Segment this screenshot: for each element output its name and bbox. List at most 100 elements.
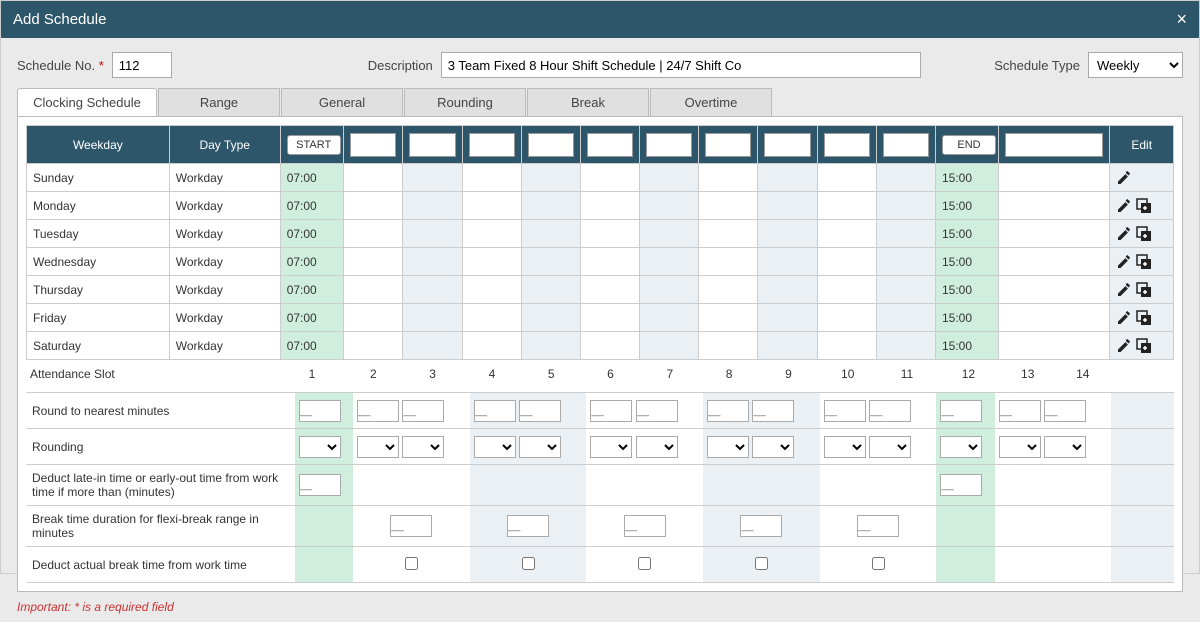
tab-general[interactable]: General <box>281 88 403 116</box>
minutes-input[interactable] <box>857 515 899 537</box>
slot-header-input[interactable] <box>528 133 574 157</box>
daytype-cell: Workday <box>169 304 280 332</box>
copy-add-icon[interactable] <box>1136 282 1152 298</box>
minutes-input[interactable] <box>299 474 341 496</box>
copy-add-icon[interactable] <box>1136 310 1152 326</box>
slot-header-input[interactable] <box>409 133 455 157</box>
minutes-input[interactable] <box>1044 400 1086 422</box>
pencil-icon[interactable] <box>1116 254 1132 270</box>
rounding-select[interactable] <box>519 436 561 458</box>
slot-number: 9 <box>759 360 818 388</box>
minutes-input[interactable] <box>519 400 561 422</box>
copy-add-icon[interactable] <box>1136 198 1152 214</box>
slot-header-input[interactable] <box>646 133 692 157</box>
rounding-select[interactable] <box>999 436 1041 458</box>
pad-cell <box>999 276 1110 304</box>
deduct-checkbox[interactable] <box>405 557 418 570</box>
close-icon[interactable]: × <box>1176 9 1187 30</box>
rounding-select[interactable] <box>869 436 911 458</box>
deduct-checkbox[interactable] <box>522 557 535 570</box>
rounding-select[interactable] <box>636 436 678 458</box>
slot-number: 4 <box>462 360 521 388</box>
minutes-input[interactable] <box>869 400 911 422</box>
row-label: Round to nearest minutes <box>26 393 295 429</box>
rounding-select[interactable] <box>474 436 516 458</box>
pencil-icon[interactable] <box>1116 170 1132 186</box>
start-button[interactable]: START <box>287 135 341 155</box>
dialog-title: Add Schedule <box>13 11 106 28</box>
slot-header-input[interactable] <box>705 133 751 157</box>
schedule-no-input[interactable] <box>112 52 172 78</box>
slot-header-input[interactable] <box>1005 133 1103 157</box>
minutes-input[interactable] <box>390 515 432 537</box>
copy-add-icon[interactable] <box>1136 254 1152 270</box>
description-input[interactable] <box>441 52 921 78</box>
rounding-select[interactable] <box>752 436 794 458</box>
rounding-select[interactable] <box>590 436 632 458</box>
deduct-checkbox[interactable] <box>638 557 651 570</box>
minutes-input[interactable] <box>357 400 399 422</box>
slot-header-input[interactable] <box>469 133 515 157</box>
minutes-input[interactable] <box>824 400 866 422</box>
minutes-input[interactable] <box>402 400 444 422</box>
rounding-select[interactable] <box>1044 436 1086 458</box>
schedule-row: ThursdayWorkday07:0015:00 <box>27 276 1174 304</box>
minutes-input[interactable] <box>590 400 632 422</box>
minutes-input[interactable] <box>299 400 341 422</box>
rounding-row: Rounding <box>26 429 1174 465</box>
slot-header-input[interactable] <box>883 133 929 157</box>
rounding-select[interactable] <box>357 436 399 458</box>
minutes-input[interactable] <box>740 515 782 537</box>
end-time-cell: 15:00 <box>936 248 999 276</box>
slot-cell <box>403 304 462 332</box>
attendance-slot-row: Attendance Slot 1234567891011121314 <box>26 360 1174 388</box>
tab-break[interactable]: Break <box>527 88 649 116</box>
slot-cell <box>699 192 758 220</box>
daytype-cell: Workday <box>169 276 280 304</box>
pad-cell <box>999 220 1110 248</box>
pencil-icon[interactable] <box>1116 226 1132 242</box>
tab-rounding[interactable]: Rounding <box>404 88 526 116</box>
minutes-input[interactable] <box>707 400 749 422</box>
end-button[interactable]: END <box>942 135 996 155</box>
minutes-input[interactable] <box>624 515 666 537</box>
break-duration-row: Break time duration for flexi-break rang… <box>26 506 1174 547</box>
deduct-checkbox[interactable] <box>755 557 768 570</box>
copy-add-icon[interactable] <box>1136 338 1152 354</box>
minutes-input[interactable] <box>507 515 549 537</box>
minutes-input[interactable] <box>940 474 982 496</box>
pencil-icon[interactable] <box>1116 198 1132 214</box>
rounding-select[interactable] <box>299 436 341 458</box>
slot-header-input[interactable] <box>587 133 633 157</box>
rounding-select[interactable] <box>824 436 866 458</box>
schedule-row: SaturdayWorkday07:0015:00 <box>27 332 1174 360</box>
pencil-icon[interactable] <box>1116 338 1132 354</box>
slot-cell <box>876 220 935 248</box>
slot-cell <box>521 220 580 248</box>
slot-cell <box>758 276 817 304</box>
schedule-type-select[interactable]: Weekly <box>1088 52 1183 78</box>
copy-add-icon[interactable] <box>1136 226 1152 242</box>
tab-overtime[interactable]: Overtime <box>650 88 772 116</box>
tab-clocking-schedule[interactable]: Clocking Schedule <box>17 88 157 116</box>
rounding-select[interactable] <box>707 436 749 458</box>
tab-range[interactable]: Range <box>158 88 280 116</box>
deduct-checkbox[interactable] <box>872 557 885 570</box>
pencil-icon[interactable] <box>1116 282 1132 298</box>
slot-header-input[interactable] <box>824 133 870 157</box>
pencil-icon[interactable] <box>1116 310 1132 326</box>
slot-cell <box>758 192 817 220</box>
slot-header-input[interactable] <box>350 133 396 157</box>
row-label: Rounding <box>26 429 295 465</box>
minutes-input[interactable] <box>752 400 794 422</box>
slot-cell <box>817 192 876 220</box>
minutes-input[interactable] <box>999 400 1041 422</box>
end-time-cell: 15:00 <box>936 276 999 304</box>
rounding-select[interactable] <box>402 436 444 458</box>
minutes-input[interactable] <box>636 400 678 422</box>
slot-header-input[interactable] <box>764 133 810 157</box>
minutes-input[interactable] <box>940 400 982 422</box>
rounding-select[interactable] <box>940 436 982 458</box>
slot-number: 5 <box>522 360 581 388</box>
minutes-input[interactable] <box>474 400 516 422</box>
